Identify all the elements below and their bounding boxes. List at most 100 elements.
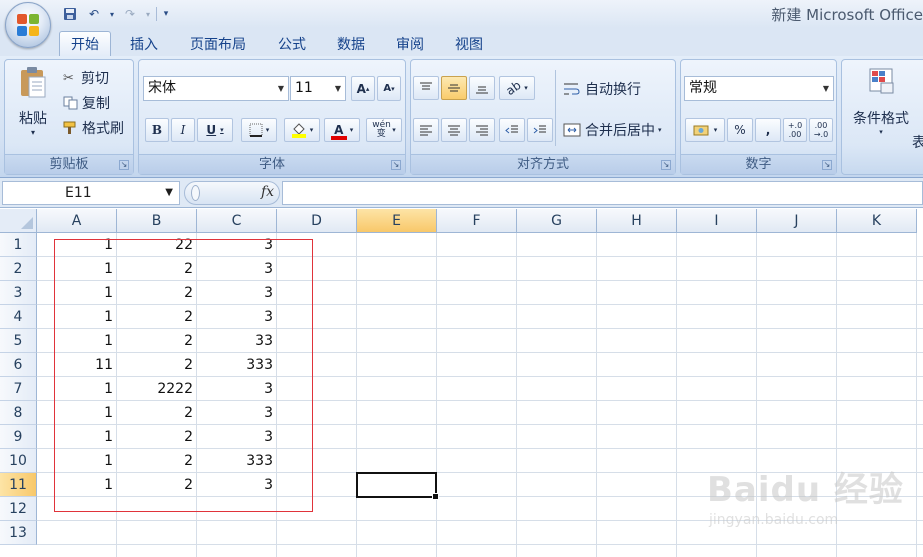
font-name-select[interactable]: 宋体 ▼ [143, 76, 289, 101]
name-box-value: E11 [65, 185, 92, 201]
row-header-3[interactable]: 3 [0, 281, 37, 305]
row-header-9[interactable]: 9 [0, 425, 37, 449]
shrink-font-icon: A [383, 83, 392, 94]
column-header-d[interactable]: D [277, 209, 357, 233]
chevron-down-icon: ▼ [165, 187, 173, 198]
row-header-8[interactable]: 8 [0, 401, 37, 425]
bold-button[interactable]: B [145, 118, 169, 142]
column-header-g[interactable]: G [517, 209, 597, 233]
formula-handle-icon[interactable] [191, 185, 200, 201]
paste-label: 粘贴 [19, 111, 47, 127]
align-top-button[interactable] [413, 76, 439, 100]
tab-page-layout[interactable]: 页面布局 [182, 31, 254, 56]
conditional-format-icon [869, 68, 894, 94]
active-cell-e11[interactable] [356, 472, 439, 500]
align-right-button[interactable] [469, 118, 495, 142]
redo-dropdown-icon[interactable]: ▾ [144, 5, 152, 23]
orientation-button[interactable]: ab ▾ [499, 76, 535, 100]
increase-decimal-button[interactable]: +.0 .00 [783, 118, 807, 142]
align-left-icon [420, 125, 432, 136]
qat-separator [156, 7, 157, 21]
undo-icon[interactable]: ↶ [84, 5, 104, 23]
name-box[interactable]: E11 ▼ [2, 181, 180, 205]
scissors-icon: ✂ [63, 70, 74, 86]
align-left-button[interactable] [413, 118, 439, 142]
row-header-1[interactable]: 1 [0, 233, 37, 257]
comma-button[interactable]: , [755, 118, 781, 142]
tab-review[interactable]: 审阅 [388, 31, 432, 56]
alignment-launcher-icon[interactable]: ↘ [661, 160, 671, 170]
row-header-4[interactable]: 4 [0, 305, 37, 329]
align-middle-button[interactable] [441, 76, 467, 100]
fill-color-button[interactable]: ▾ [284, 118, 320, 142]
underline-button[interactable]: U ▾ [197, 118, 233, 142]
number-launcher-icon[interactable]: ↘ [822, 160, 832, 170]
customize-qat-icon[interactable]: ▾ [161, 5, 171, 23]
accounting-format-button[interactable]: ▾ [685, 118, 725, 142]
format-as-table-label[interactable]: 表 [912, 132, 923, 152]
insert-function-button[interactable]: fx [261, 184, 274, 200]
font-group-label: 字体 [139, 154, 405, 174]
column-header-i[interactable]: I [677, 209, 757, 233]
grow-font-button[interactable]: A ▴ [351, 76, 375, 101]
alignment-group-label: 对齐方式 [411, 154, 675, 174]
chevron-down-icon: ▼ [334, 84, 341, 93]
phonetic-button[interactable]: wén 变 ▾ [366, 118, 402, 142]
font-size-select[interactable]: 11 ▼ [290, 76, 346, 101]
number-format-select[interactable]: 常规 ▼ [684, 76, 834, 101]
merge-center-button[interactable]: 合并后居中 ▾ [563, 120, 662, 140]
row-header-13[interactable]: 13 [0, 521, 37, 545]
increase-indent-button[interactable] [527, 118, 553, 142]
redo-icon[interactable]: ↷ [120, 5, 140, 23]
conditional-format-button[interactable]: 条件格式 ▾ [846, 66, 916, 136]
decrease-decimal-button[interactable]: .00 →.0 [809, 118, 833, 142]
column-header-h[interactable]: H [597, 209, 677, 233]
cut-button[interactable]: ✂ 剪切 [63, 68, 109, 88]
tab-view[interactable]: 视图 [447, 31, 491, 56]
copy-button[interactable]: 复制 [63, 93, 110, 113]
tab-formulas[interactable]: 公式 [270, 31, 314, 56]
baidu-watermark: Baidu 经验 jingyan.baidu.com [697, 462, 903, 542]
chevron-down-icon: ▼ [822, 84, 829, 93]
clipboard-launcher-icon[interactable]: ↘ [119, 160, 129, 170]
column-header-k[interactable]: K [837, 209, 917, 233]
row-header-5[interactable]: 5 [0, 329, 37, 353]
align-center-button[interactable] [441, 118, 467, 142]
italic-button[interactable]: I [171, 118, 195, 142]
column-header-j[interactable]: J [757, 209, 837, 233]
align-bottom-button[interactable] [469, 76, 495, 100]
decrease-indent-button[interactable] [499, 118, 525, 142]
tab-home[interactable]: 开始 [59, 31, 111, 56]
grid-column-line [676, 233, 677, 557]
row-header-11[interactable]: 11 [0, 473, 37, 497]
row-header-2[interactable]: 2 [0, 257, 37, 281]
percent-button[interactable]: % [727, 118, 753, 142]
tab-data[interactable]: 数据 [329, 31, 373, 56]
undo-dropdown-icon[interactable]: ▾ [108, 5, 116, 23]
column-header-c[interactable]: C [197, 209, 277, 233]
row-header-12[interactable]: 12 [0, 497, 37, 521]
font-launcher-icon[interactable]: ↘ [391, 160, 401, 170]
row-header-10[interactable]: 10 [0, 449, 37, 473]
formula-input[interactable] [282, 181, 923, 205]
office-button[interactable] [5, 2, 51, 48]
paste-button[interactable]: 粘贴 ▾ [11, 66, 55, 150]
borders-button[interactable]: ▾ [241, 118, 277, 142]
watermark-sub: jingyan.baidu.com [709, 512, 839, 528]
column-header-f[interactable]: F [437, 209, 517, 233]
column-header-a[interactable]: A [37, 209, 117, 233]
row-header-6[interactable]: 6 [0, 353, 37, 377]
row-header-7[interactable]: 7 [0, 377, 37, 401]
font-color-button[interactable]: A ▾ [324, 118, 360, 142]
title-bar: ↶ ▾ ↷ ▾ ▾ 新建 Microsoft Office [0, 0, 923, 28]
quick-access-toolbar: ↶ ▾ ↷ ▾ ▾ [60, 4, 171, 24]
format-painter-button[interactable]: 格式刷 [63, 118, 124, 138]
shrink-font-button[interactable]: A ▾ [377, 76, 401, 101]
fill-bucket-icon [291, 123, 306, 138]
tab-insert[interactable]: 插入 [122, 31, 166, 56]
column-header-b[interactable]: B [117, 209, 197, 233]
save-icon[interactable] [60, 5, 80, 23]
column-header-e[interactable]: E [357, 209, 437, 233]
wrap-text-button[interactable]: 自动换行 [563, 79, 641, 99]
select-all-button[interactable] [0, 209, 37, 233]
